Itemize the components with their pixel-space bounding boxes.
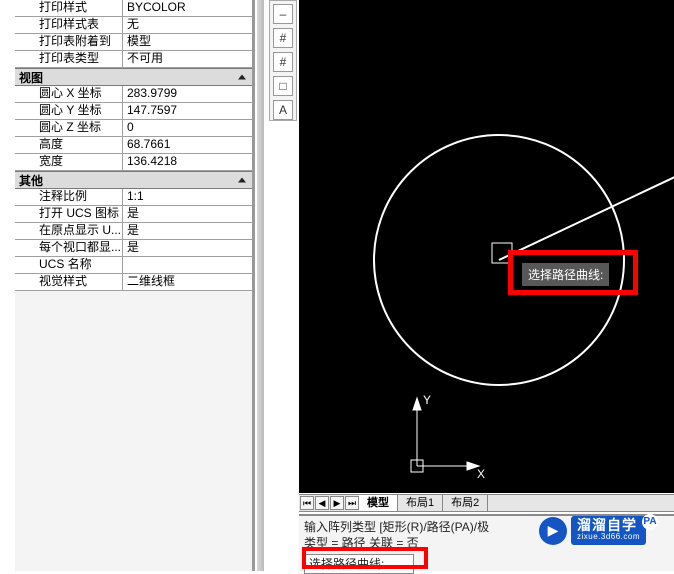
prop-val[interactable]: 是 [123, 206, 252, 222]
prop-key: 宽度 [15, 154, 123, 170]
annotation-highlight [302, 547, 428, 569]
prop-val[interactable]: 是 [123, 240, 252, 256]
line-entity [499, 175, 674, 260]
prop-key: 打印表类型 [15, 51, 123, 67]
prop-key: 打开 UCS 图标 [15, 206, 123, 222]
panel-empty [15, 291, 252, 571]
panel-resize-handle[interactable] [257, 0, 264, 571]
prop-key: 打印样式表 [15, 17, 123, 33]
tool-icon[interactable]: # [273, 52, 293, 72]
collapse-icon [238, 75, 246, 80]
prop-val[interactable]: 不可用 [123, 51, 252, 67]
watermark-logo: ▶ 溜溜自学 zixue.3d66.com PA [539, 516, 646, 545]
tab-layout1[interactable]: 布局1 [398, 495, 443, 511]
tool-icon[interactable]: – [273, 4, 293, 24]
vertical-toolbar: – # # □ A [269, 0, 297, 121]
view-group: 圆心 X 坐标283.9799 圆心 Y 坐标147.7597 圆心 Z 坐标0… [15, 86, 252, 171]
prop-val[interactable] [123, 257, 252, 273]
annotation-highlight [508, 250, 638, 295]
prop-key: 在原点显示 U... [15, 223, 123, 239]
tab-prev-icon[interactable]: ◀ [315, 496, 329, 510]
prop-val[interactable]: 模型 [123, 34, 252, 50]
prop-val[interactable]: 二维线框 [123, 274, 252, 290]
tab-last-icon[interactable]: ⏭ [345, 496, 359, 510]
print-group: 打印样式BYCOLOR 打印样式表无 打印表附着到模型 打印表类型不可用 [15, 0, 252, 68]
prop-key: 每个视口都显... [15, 240, 123, 256]
ucs-y-label: Y [423, 393, 431, 407]
prop-key: 圆心 Y 坐标 [15, 103, 123, 119]
prop-key: 圆心 Z 坐标 [15, 120, 123, 136]
prop-val[interactable]: 147.7597 [123, 103, 252, 119]
section-other[interactable]: 其他 [15, 171, 252, 189]
layout-tabs: ⏮ ◀ ▶ ⏭ 模型 布局1 布局2 [299, 494, 674, 512]
prop-val[interactable]: 136.4218 [123, 154, 252, 170]
prop-key: 打印样式 [15, 0, 123, 16]
prop-key: 注释比例 [15, 189, 123, 205]
prop-key: 圆心 X 坐标 [15, 86, 123, 102]
section-view[interactable]: 视图 [15, 68, 252, 86]
text-tool-icon[interactable]: A [273, 100, 293, 120]
tab-next-icon[interactable]: ▶ [330, 496, 344, 510]
ucs-x-label: X [477, 467, 485, 481]
other-group: 注释比例1:1 打开 UCS 图标是 在原点显示 U...是 每个视口都显...… [15, 189, 252, 291]
prop-key: UCS 名称 [15, 257, 123, 273]
prop-val[interactable]: BYCOLOR [123, 0, 252, 16]
tool-icon[interactable]: # [273, 28, 293, 48]
prop-val[interactable]: 0 [123, 120, 252, 136]
play-icon: ▶ [539, 517, 567, 545]
prop-val[interactable]: 283.9799 [123, 86, 252, 102]
ucs-icon [411, 398, 479, 472]
prop-key: 视觉样式 [15, 274, 123, 290]
tab-layout2[interactable]: 布局2 [443, 495, 488, 511]
prop-val[interactable]: 1:1 [123, 189, 252, 205]
prop-key: 打印表附着到 [15, 34, 123, 50]
prop-key: 高度 [15, 137, 123, 153]
drawing-viewport[interactable]: Y X [299, 0, 674, 493]
tool-icon[interactable]: □ [273, 76, 293, 96]
tab-first-icon[interactable]: ⏮ [300, 496, 314, 510]
prop-val[interactable]: 无 [123, 17, 252, 33]
prop-val[interactable]: 68.7661 [123, 137, 252, 153]
prop-val[interactable]: 是 [123, 223, 252, 239]
collapse-icon [238, 178, 246, 183]
tab-model[interactable]: 模型 [359, 495, 398, 511]
